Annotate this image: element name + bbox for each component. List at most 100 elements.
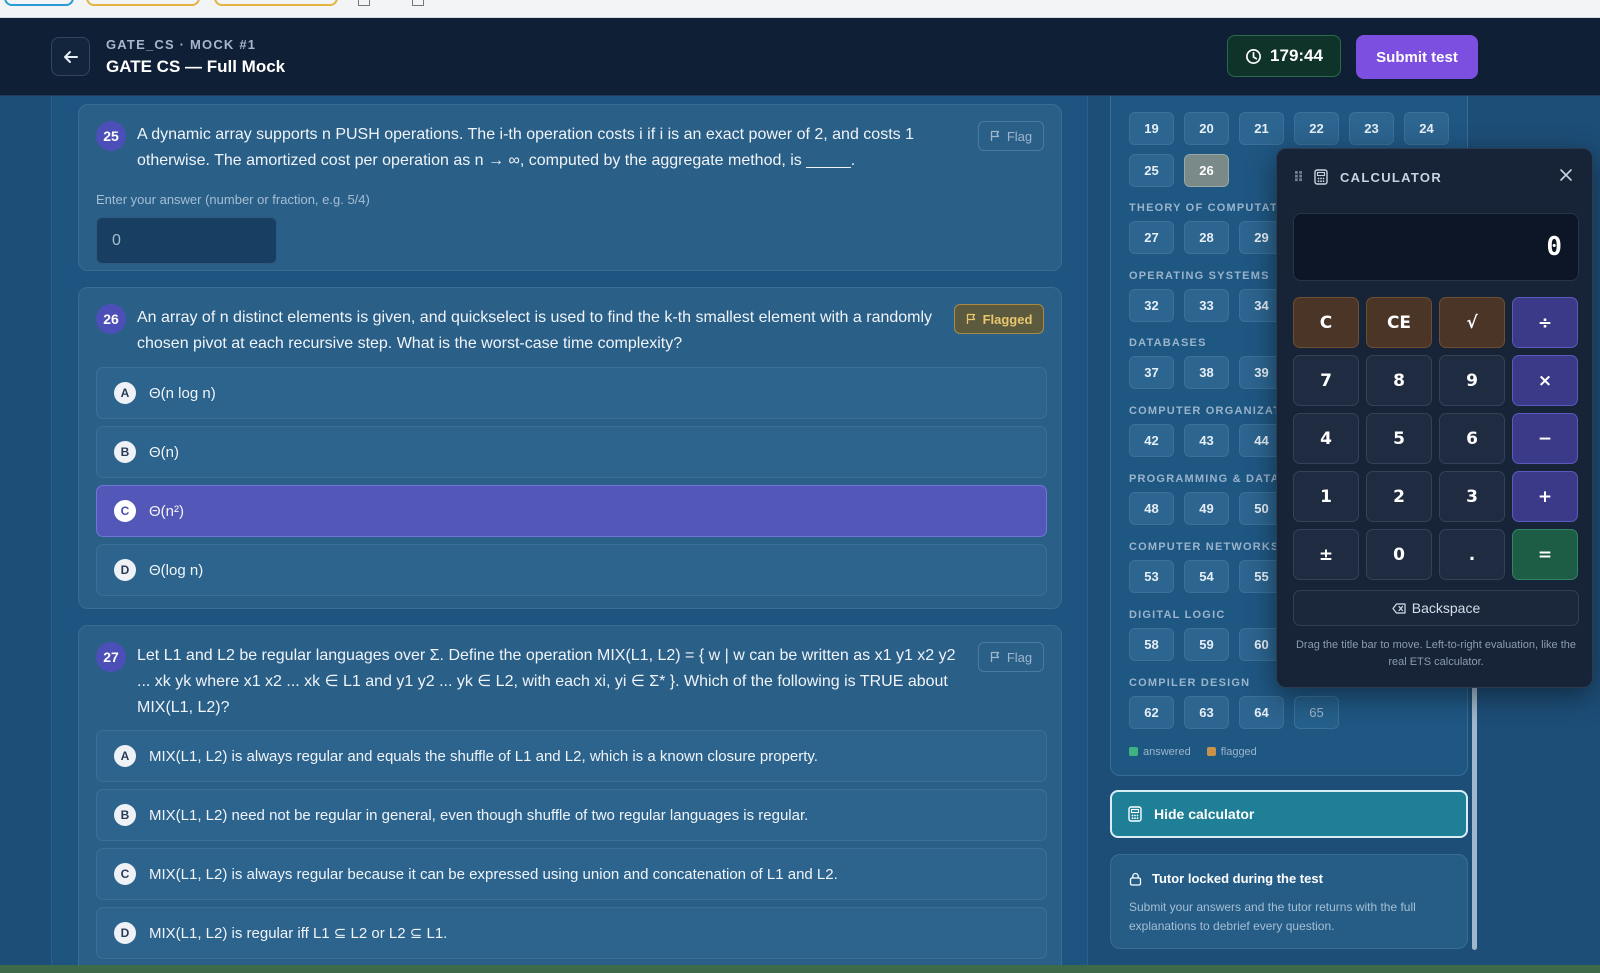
palette-question-button[interactable]: 37 xyxy=(1129,356,1174,389)
palette-question-button[interactable]: 32 xyxy=(1129,289,1174,322)
submit-test-button[interactable]: Submit test xyxy=(1356,35,1478,79)
palette-question-button[interactable]: 48 xyxy=(1129,492,1174,525)
palette-question-button[interactable]: 64 xyxy=(1239,696,1284,729)
palette-question-button[interactable]: 28 xyxy=(1184,221,1229,254)
palette-question-button[interactable]: 24 xyxy=(1404,112,1449,145)
calc-key-plus-minus[interactable]: ± xyxy=(1293,529,1359,580)
palette-question-button-current[interactable]: 26 xyxy=(1184,154,1229,187)
palette-question-button[interactable]: 53 xyxy=(1129,560,1174,593)
palette-question-button[interactable]: 25 xyxy=(1129,154,1174,187)
calc-key-decimal[interactable]: . xyxy=(1439,529,1505,580)
palette-question-button[interactable]: 58 xyxy=(1129,628,1174,661)
palette-question-button[interactable]: 42 xyxy=(1129,424,1174,457)
browser-tab[interactable] xyxy=(86,0,200,6)
option-text: MIX(L1, L2) is always regular and equals… xyxy=(149,747,818,765)
option-a[interactable]: A Θ(n log n) xyxy=(96,367,1047,419)
palette-question-button[interactable]: 33 xyxy=(1184,289,1229,322)
backspace-icon xyxy=(1392,602,1406,614)
tutor-description: Submit your answers and the tutor return… xyxy=(1129,900,1416,933)
flagged-button[interactable]: Flagged xyxy=(954,304,1044,334)
lock-icon xyxy=(1129,872,1142,886)
palette-question-button[interactable]: 19 xyxy=(1129,112,1174,145)
answer-hint: Enter your answer (number or fraction, e… xyxy=(96,192,370,207)
calc-key-4[interactable]: 4 xyxy=(1293,413,1359,464)
calc-key-0[interactable]: 0 xyxy=(1366,529,1432,580)
palette-question-button[interactable]: 20 xyxy=(1184,112,1229,145)
calc-key-multiply[interactable]: × xyxy=(1512,355,1578,406)
palette-question-button[interactable]: 59 xyxy=(1184,628,1229,661)
option-letter: D xyxy=(114,559,136,581)
calc-key-1[interactable]: 1 xyxy=(1293,471,1359,522)
flag-button[interactable]: Flag xyxy=(978,121,1044,151)
flag-icon xyxy=(990,130,999,141)
calculator-title: CALCULATOR xyxy=(1339,169,1443,185)
calc-key-add[interactable]: + xyxy=(1512,471,1578,522)
option-letter: D xyxy=(114,922,136,944)
page-bottom-edge xyxy=(0,965,1600,973)
calc-key-3[interactable]: 3 xyxy=(1439,471,1505,522)
calc-key-sqrt[interactable]: √ xyxy=(1439,297,1505,348)
calc-key-6[interactable]: 6 xyxy=(1439,413,1505,464)
drag-handle-icon[interactable]: ⠿ xyxy=(1293,169,1304,186)
section-label: THEORY OF COMPUTATI xyxy=(1129,202,1283,214)
section-label: DATABASES xyxy=(1129,337,1207,349)
calc-key-clear[interactable]: C xyxy=(1293,297,1359,348)
question-card-26: 26 An array of n distinct elements is gi… xyxy=(78,287,1062,609)
palette-question-button[interactable]: 63 xyxy=(1184,696,1229,729)
window-icon[interactable] xyxy=(412,0,424,6)
section-label: COMPILER DESIGN xyxy=(1129,677,1251,689)
calc-key-7[interactable]: 7 xyxy=(1293,355,1359,406)
grid-icon[interactable] xyxy=(358,0,370,6)
palette-question-button[interactable]: 62 xyxy=(1129,696,1174,729)
palette-question-button[interactable]: 27 xyxy=(1129,221,1174,254)
backspace-button[interactable]: Backspace xyxy=(1293,590,1579,626)
section-label: COMPUTER ORGANIZAT xyxy=(1129,405,1282,417)
legend-answered: answered xyxy=(1129,746,1191,758)
option-d[interactable]: D MIX(L1, L2) is regular iff L1 ⊆ L2 or … xyxy=(96,907,1047,959)
palette-question-button[interactable]: 22 xyxy=(1294,112,1339,145)
calc-key-clear-entry[interactable]: CE xyxy=(1366,297,1432,348)
palette-question-button[interactable]: 43 xyxy=(1184,424,1229,457)
option-a[interactable]: A MIX(L1, L2) is always regular and equa… xyxy=(96,730,1047,782)
palette-question-button[interactable]: 21 xyxy=(1239,112,1284,145)
calc-key-equals[interactable]: = xyxy=(1512,529,1578,580)
section-label: DIGITAL LOGIC xyxy=(1129,609,1226,621)
close-icon xyxy=(1560,169,1572,181)
question-number: 25 xyxy=(96,121,126,151)
question-list[interactable]: 25 A dynamic array supports n PUSH opera… xyxy=(51,96,1088,973)
calc-key-8[interactable]: 8 xyxy=(1366,355,1432,406)
option-d[interactable]: D Θ(log n) xyxy=(96,544,1047,596)
hide-calculator-button[interactable]: Hide calculator xyxy=(1110,790,1468,838)
calc-key-5[interactable]: 5 xyxy=(1366,413,1432,464)
page-title: GATE CS — Full Mock xyxy=(106,57,286,76)
close-calculator-button[interactable] xyxy=(1556,165,1576,185)
calc-key-9[interactable]: 9 xyxy=(1439,355,1505,406)
hide-calculator-label: Hide calculator xyxy=(1154,806,1255,822)
numeric-answer-input[interactable] xyxy=(96,217,277,264)
calc-key-divide[interactable]: ÷ xyxy=(1512,297,1578,348)
option-text: Θ(log n) xyxy=(149,561,204,579)
palette-question-button[interactable]: 49 xyxy=(1184,492,1229,525)
back-button[interactable] xyxy=(51,37,90,76)
countdown-timer: 179:44 xyxy=(1227,35,1341,77)
option-c-selected[interactable]: C Θ(n²) xyxy=(96,485,1047,537)
option-letter: A xyxy=(114,745,136,767)
palette-legend: answered flagged xyxy=(1129,746,1257,758)
palette-question-button[interactable]: 38 xyxy=(1184,356,1229,389)
flag-button[interactable]: Flag xyxy=(978,642,1044,672)
palette-question-button[interactable]: 54 xyxy=(1184,560,1229,593)
option-c[interactable]: C MIX(L1, L2) is always regular because … xyxy=(96,848,1047,900)
palette-question-button[interactable]: 23 xyxy=(1349,112,1394,145)
calc-key-2[interactable]: 2 xyxy=(1366,471,1432,522)
calculator-title-bar[interactable]: ⠿ CALCULATOR xyxy=(1293,165,1442,189)
question-text: Let L1 and L2 be regular languages over … xyxy=(137,647,956,716)
option-b[interactable]: B MIX(L1, L2) need not be regular in gen… xyxy=(96,789,1047,841)
calc-key-subtract[interactable]: − xyxy=(1512,413,1578,464)
browser-tab[interactable] xyxy=(214,0,338,6)
browser-tab[interactable] xyxy=(4,0,74,6)
option-b[interactable]: B Θ(n) xyxy=(96,426,1047,478)
timer-value: 179:44 xyxy=(1270,46,1323,65)
palette-question-button[interactable]: 65 xyxy=(1294,696,1339,729)
option-text: MIX(L1, L2) need not be regular in gener… xyxy=(149,806,809,824)
panel-scrollbar[interactable] xyxy=(1472,680,1477,950)
